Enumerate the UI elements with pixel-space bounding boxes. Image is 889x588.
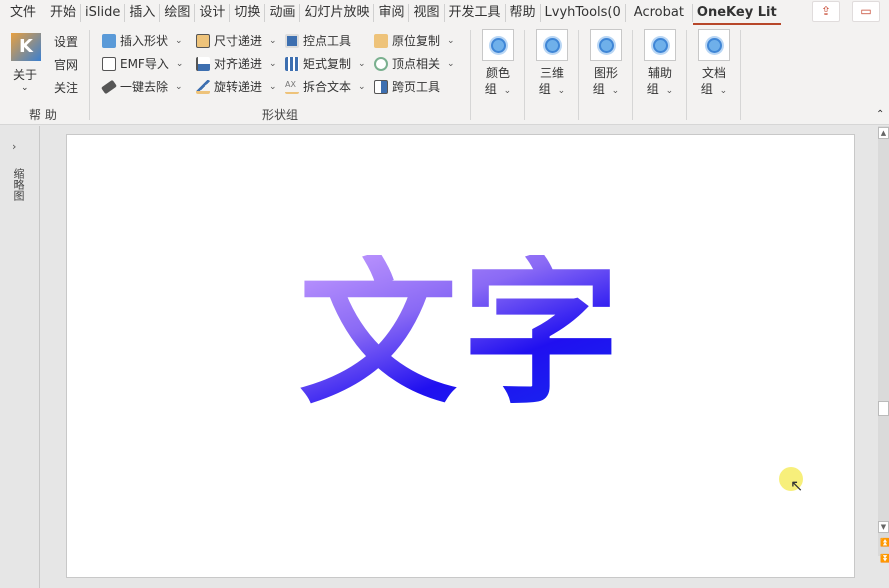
align-progression-button[interactable]: 对齐递进 ⌄ — [196, 55, 277, 72]
next-slide-icon[interactable]: ⏬ — [880, 554, 889, 563]
color-group-label: 颜色 — [485, 66, 510, 80]
help-group-label: 帮 助 — [29, 108, 57, 122]
vertex-button[interactable]: 顶点相关 ⌄ — [374, 55, 455, 72]
circle-icon — [599, 38, 614, 53]
thumbnail-label[interactable]: 缩略图 — [10, 168, 26, 201]
collapse-ribbon-icon[interactable]: ⌃ — [876, 109, 884, 120]
comment-icon[interactable]: ▭ — [852, 1, 880, 22]
rotate-icon — [196, 79, 210, 94]
vertex-icon — [374, 56, 388, 71]
tab-animations[interactable]: 动画 — [265, 3, 301, 22]
tab-review[interactable]: 审阅 — [374, 3, 410, 22]
copy-icon — [374, 33, 388, 48]
color-group-button[interactable] — [482, 29, 514, 61]
website-button[interactable]: 官网 — [54, 56, 78, 73]
vertical-scrollbar[interactable] — [878, 126, 889, 556]
matrix-copy-button[interactable]: 矩式复制 ⌄ — [285, 55, 366, 72]
circle-icon — [545, 38, 560, 53]
settings-button[interactable]: 设置 — [54, 33, 78, 50]
assist-group-label: 辅助 — [647, 66, 672, 80]
handle-icon — [285, 33, 299, 48]
tab-home[interactable]: 开始 — [46, 3, 82, 22]
align-icon — [196, 56, 210, 71]
circle-icon — [653, 38, 668, 53]
graphic-group-button[interactable] — [590, 29, 622, 61]
shape-icon — [102, 33, 116, 48]
mouse-cursor-icon: ↖ — [790, 476, 804, 495]
3d-group-button[interactable] — [536, 29, 568, 61]
tab-acrobat[interactable]: Acrobat — [626, 3, 693, 22]
expand-pane-icon[interactable]: › — [12, 140, 16, 153]
tab-draw[interactable]: 绘图 — [160, 3, 196, 22]
cross-page-tool-button[interactable]: 跨页工具 — [374, 78, 440, 95]
share-icon[interactable]: ⇪ — [812, 1, 840, 22]
follow-button[interactable]: 关注 — [54, 79, 78, 96]
scroll-down-button[interactable]: ▼ — [878, 521, 889, 533]
scroll-up-button[interactable]: ▲ — [878, 127, 889, 139]
circle-icon — [491, 38, 506, 53]
slide-text[interactable]: 文字 — [299, 255, 625, 413]
tab-file[interactable]: 文件 — [0, 4, 46, 22]
ribbon: K 关于 ⌄ 设置 官网 关注 帮 助 插入形状 ⌄ 尺寸递进 ⌄ 控点工具 原位复… — [0, 25, 889, 125]
page-icon — [374, 79, 388, 94]
matrix-icon — [285, 56, 299, 71]
ribbon-tabs: 文件 开始 iSlide 插入 绘图 设计 切换 动画 幻灯片放映 审阅 视图 … — [0, 0, 889, 25]
tab-view[interactable]: 视图 — [409, 3, 445, 22]
circle-icon — [707, 38, 722, 53]
tab-transitions[interactable]: 切换 — [230, 3, 266, 22]
previous-slide-icon[interactable]: ⏫ — [880, 538, 889, 547]
slide-canvas[interactable]: 文字 — [66, 134, 855, 578]
size-progression-button[interactable]: 尺寸递进 ⌄ — [196, 32, 277, 49]
eraser-icon — [100, 79, 118, 94]
document-group-label: 文档 — [701, 66, 726, 80]
about-button[interactable]: 关于 — [13, 66, 37, 83]
graphic-group-label: 图形 — [593, 66, 618, 80]
document-group-button[interactable] — [698, 29, 730, 61]
chevron-down-icon: ⌄ — [21, 83, 29, 93]
tab-help[interactable]: 帮助 — [506, 3, 541, 22]
thumbnail-pane: › 缩略图 — [0, 126, 40, 588]
tab-islide[interactable]: iSlide — [81, 3, 126, 22]
tab-slideshow[interactable]: 幻灯片放映 — [300, 3, 375, 22]
text-split-icon: AX — [285, 80, 299, 94]
handle-tool-button[interactable]: 控点工具 — [285, 32, 351, 49]
insert-shape-button[interactable]: 插入形状 ⌄ — [102, 32, 183, 49]
assist-group-button[interactable] — [644, 29, 676, 61]
bar-size-icon — [196, 33, 210, 48]
3d-group-label: 三维 — [539, 66, 564, 80]
in-place-copy-button[interactable]: 原位复制 ⌄ — [374, 32, 455, 49]
scroll-thumb[interactable] — [878, 401, 889, 416]
tab-design[interactable]: 设计 — [195, 3, 231, 22]
emf-icon — [102, 56, 116, 71]
emf-import-button[interactable]: EMF导入 ⌄ — [102, 55, 183, 72]
onekey-logo-icon: K — [11, 33, 41, 61]
split-text-button[interactable]: AX 拆合文本 ⌄ — [285, 78, 366, 95]
tab-insert[interactable]: 插入 — [125, 3, 161, 22]
tab-onekey[interactable]: OneKey Lit — [692, 3, 781, 25]
tab-lvyhtools[interactable]: LvyhTools(0 — [541, 3, 626, 22]
one-click-remove-button[interactable]: 一键去除 ⌄ — [100, 78, 183, 95]
tab-developer[interactable]: 开发工具 — [445, 3, 506, 22]
shape-group-label: 形状组 — [262, 108, 299, 122]
rotate-progression-button[interactable]: 旋转递进 ⌄ — [196, 78, 277, 95]
